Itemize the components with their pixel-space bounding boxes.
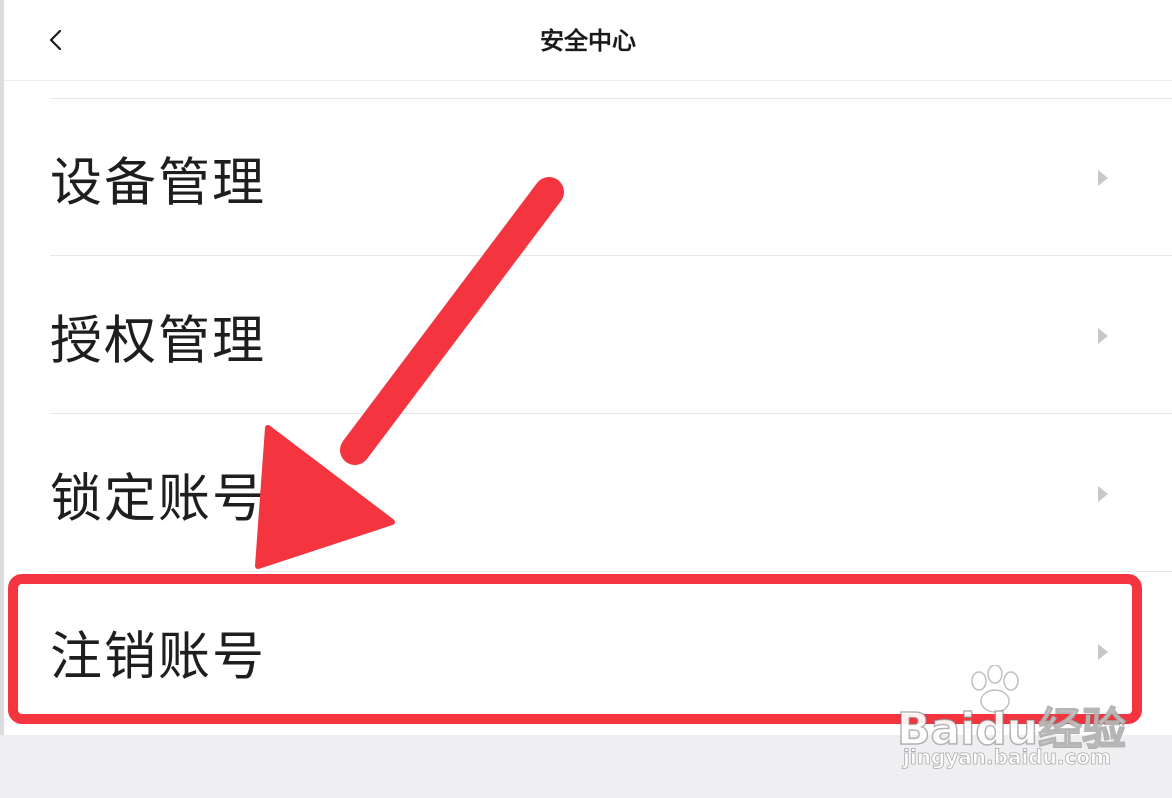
chevron-right-icon: [1098, 643, 1108, 660]
bottom-background-area: [0, 735, 1172, 798]
menu-item-lock-account[interactable]: 锁定账号: [0, 415, 1172, 572]
menu-item-label: 锁定账号: [50, 469, 267, 529]
divider: [50, 255, 1172, 256]
navigation-bar: 安全中心: [4, 0, 1172, 81]
chevron-right-icon: [1098, 485, 1108, 502]
menu-item-authorization-management[interactable]: 授权管理: [0, 257, 1172, 414]
menu-item-deregister-account[interactable]: 注销账号: [0, 573, 1172, 730]
page-title: 安全中心: [540, 27, 636, 55]
chevron-right-icon: [1098, 169, 1108, 186]
menu-item-label: 注销账号: [50, 627, 267, 687]
divider: [50, 413, 1172, 414]
security-center-screen: 安全中心 设备管理 授权管理 锁定账号 注销账号 Baidu经验 jingyan…: [0, 0, 1172, 798]
menu-item-label: 设备管理: [50, 153, 267, 213]
menu-item-label: 授权管理: [50, 311, 267, 371]
menu-item-device-management[interactable]: 设备管理: [0, 99, 1172, 256]
chevron-right-icon: [1098, 327, 1108, 344]
divider: [50, 571, 1172, 572]
